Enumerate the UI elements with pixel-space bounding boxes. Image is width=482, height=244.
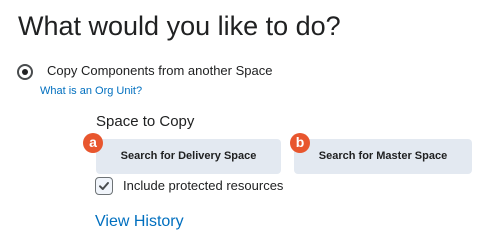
annotation-badge-b: b	[290, 133, 310, 153]
search-delivery-space-button[interactable]: Search for Delivery Space	[96, 139, 281, 174]
copy-components-radio-label[interactable]: Copy Components from another Space	[47, 63, 272, 79]
include-protected-checkbox[interactable]	[95, 177, 113, 195]
view-history-link[interactable]: View History	[95, 212, 184, 232]
annotation-badge-a: a	[83, 133, 103, 153]
copy-components-radio[interactable]	[17, 64, 33, 80]
include-protected-label[interactable]: Include protected resources	[123, 178, 283, 194]
radio-selected-dot	[22, 69, 28, 75]
copy-components-page: What would you like to do? Copy Componen…	[0, 0, 482, 244]
search-master-space-button[interactable]: Search for Master Space	[294, 139, 472, 174]
checkmark-icon	[99, 182, 109, 190]
org-unit-help-link[interactable]: What is an Org Unit?	[40, 84, 142, 98]
page-title: What would you like to do?	[18, 11, 341, 41]
space-to-copy-label: Space to Copy	[96, 113, 195, 130]
